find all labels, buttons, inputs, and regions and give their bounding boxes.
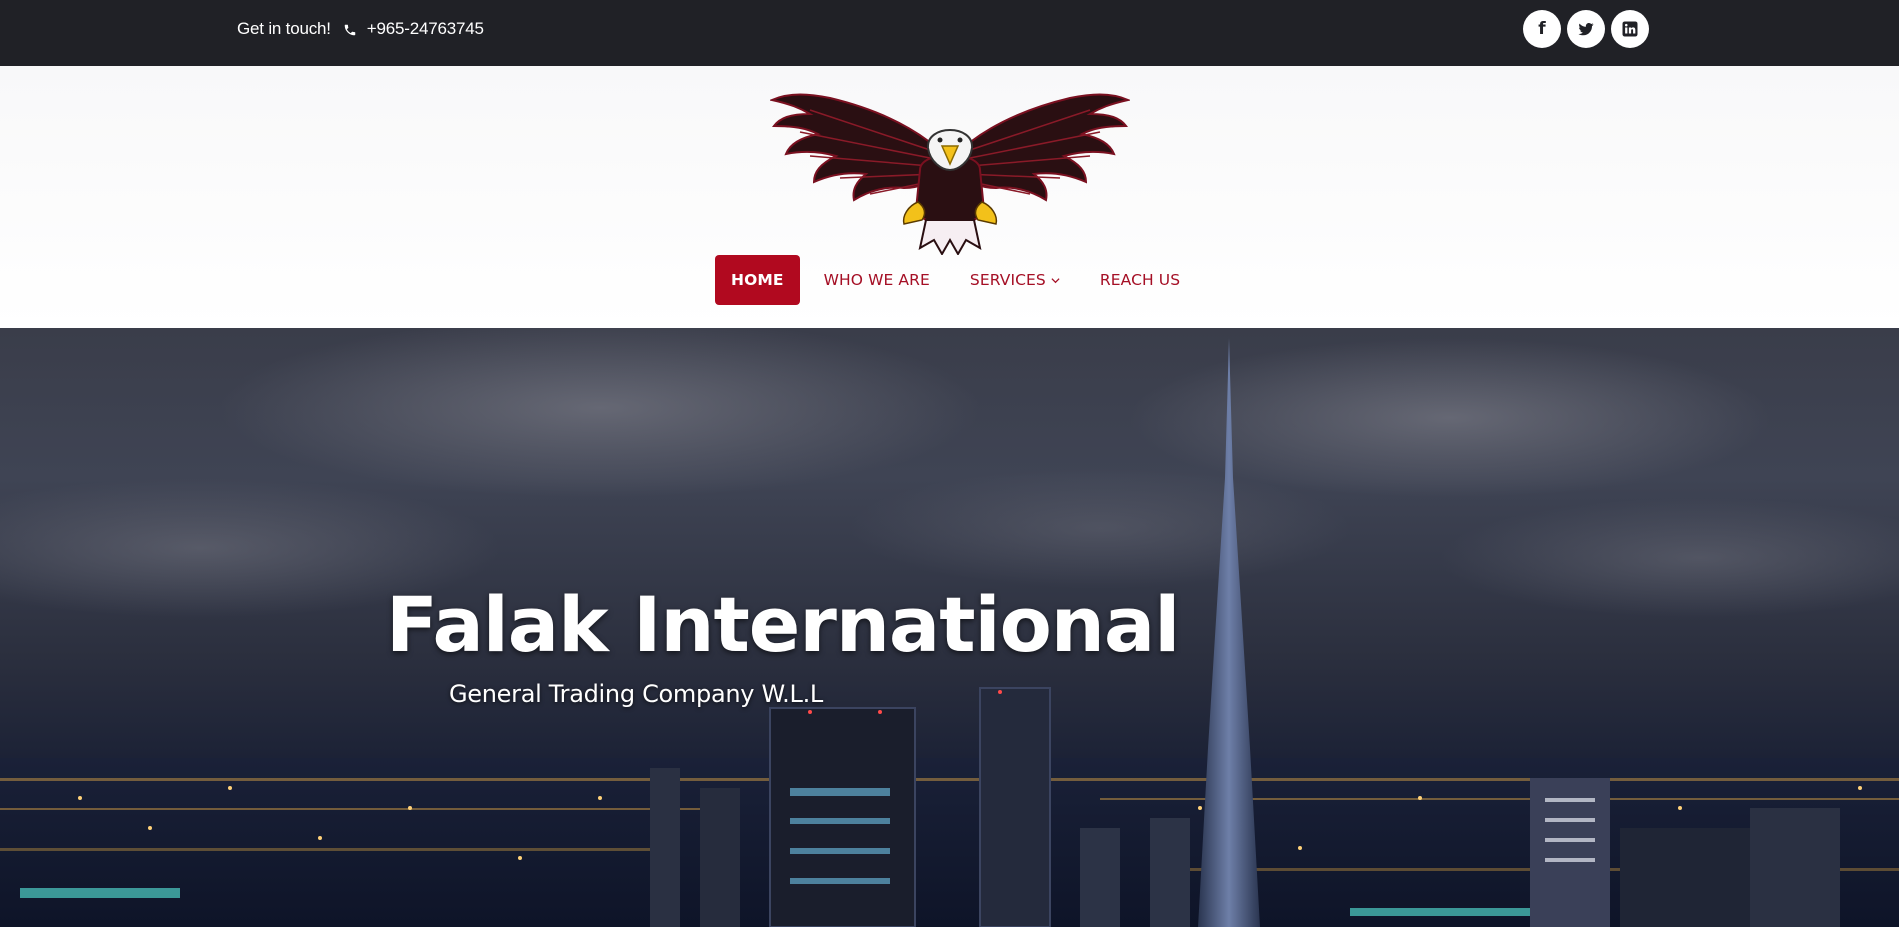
nav-who-we-are-label: WHO WE ARE <box>823 271 930 289</box>
site-header: HOME WHO WE ARE SERVICES REACH US <box>0 66 1899 328</box>
social-links: f <box>1523 10 1649 48</box>
phone-icon <box>343 22 357 36</box>
linkedin-link[interactable] <box>1611 10 1649 48</box>
hero-subtitle: General Trading Company W.L.L <box>449 680 823 708</box>
facebook-icon: f <box>1538 18 1546 39</box>
linkedin-icon <box>1622 21 1638 37</box>
facebook-link[interactable]: f <box>1523 10 1561 48</box>
twitter-link[interactable] <box>1567 10 1605 48</box>
contact-info: Get in touch! +965-24763745 <box>237 19 484 39</box>
phone-number[interactable]: +965-24763745 <box>367 19 484 39</box>
main-nav: HOME WHO WE ARE SERVICES REACH US <box>715 255 1204 305</box>
twitter-icon <box>1578 23 1594 36</box>
nav-reach-us-label: REACH US <box>1099 271 1181 289</box>
nav-home[interactable]: HOME <box>715 255 800 305</box>
nav-reach-us[interactable]: REACH US <box>1084 255 1196 305</box>
eagle-logo[interactable] <box>770 70 1130 255</box>
hero-title: Falak International <box>386 580 1180 669</box>
top-bar: Get in touch! +965-24763745 f <box>0 0 1899 66</box>
chevron-down-icon <box>1051 277 1060 283</box>
hero-banner: Falak International General Trading Comp… <box>0 328 1899 927</box>
nav-services[interactable]: SERVICES <box>954 255 1076 305</box>
nav-who-we-are[interactable]: WHO WE ARE <box>808 255 946 305</box>
nav-services-label: SERVICES <box>969 271 1046 289</box>
nav-home-label: HOME <box>731 271 784 289</box>
contact-label: Get in touch! <box>237 19 331 38</box>
